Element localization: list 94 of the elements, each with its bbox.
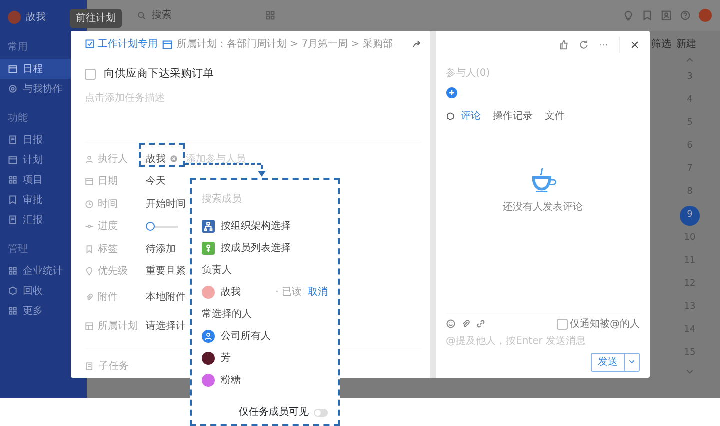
sidebar-heading: 常用 [7, 40, 29, 55]
field-label: 所属计划 [98, 320, 138, 334]
dropdown-button[interactable] [624, 354, 639, 371]
assignee-name[interactable]: 故我 [146, 152, 166, 167]
member-item[interactable]: 芳 [202, 347, 328, 369]
org-chart-icon [203, 220, 214, 232]
bookmark-icon [85, 244, 94, 254]
menu-item-icon [8, 215, 18, 225]
caret-icon [628, 358, 636, 366]
breadcrumb[interactable]: 所属计划：各部门周计划 > 7月第一周 > 采购部 [177, 36, 393, 52]
paperclip-icon [85, 293, 94, 302]
menu-item-icon [8, 155, 18, 165]
group-icon [204, 332, 213, 340]
sidebar-item[interactable]: 更多 [0, 301, 87, 321]
search-field[interactable]: 搜索 [150, 7, 230, 24]
sidebar-heading: 功能 [7, 112, 29, 126]
picker-option[interactable]: 按成员列表选择 [202, 237, 328, 259]
field-label: 优先级 [98, 264, 128, 280]
menu-item-icon [8, 195, 18, 205]
field-value[interactable]: 待添加 [146, 242, 176, 257]
menu-item-icon [8, 306, 18, 316]
contact-icon[interactable] [661, 10, 672, 21]
sidebar-item[interactable]: 企业统计 [0, 261, 87, 281]
tab[interactable]: 文件 [539, 109, 571, 124]
menu-item-icon [8, 64, 18, 74]
person-icon [85, 154, 94, 164]
sidebar-item[interactable]: 回收 [0, 281, 87, 301]
picker-option[interactable]: 按组织架构选择 [202, 215, 328, 237]
thumbs-up-icon[interactable] [559, 40, 569, 50]
task-title: 向供应商下达采购订单 [104, 66, 214, 82]
field-label: 进度 [98, 220, 118, 234]
add-icon[interactable] [446, 87, 458, 99]
read-status: · 已读 [276, 286, 302, 300]
share-icon[interactable] [412, 39, 422, 50]
visibility-toggle[interactable] [314, 408, 328, 416]
avatar-icon [202, 286, 215, 298]
bulb-icon[interactable] [623, 10, 634, 21]
menu-item-icon [8, 84, 18, 94]
member-item[interactable]: 公司所有人 [202, 325, 328, 347]
section-label: 子任务 [99, 360, 129, 374]
pin-icon [85, 267, 94, 276]
sidebar-item[interactable]: 计划 [0, 150, 87, 170]
tab[interactable]: 操作记录 [487, 109, 539, 124]
sidebar-item[interactable]: 日报 [0, 130, 87, 150]
field-value[interactable]: 重要且紧 [146, 264, 186, 280]
avatar-icon[interactable] [8, 10, 21, 24]
menu-item-icon [8, 135, 18, 145]
field-value[interactable]: 本地附件 [146, 290, 186, 306]
task-checkbox[interactable] [85, 68, 96, 80]
new-button[interactable]: 新建 [676, 37, 696, 52]
sidebar-item[interactable]: 项目 [0, 170, 87, 190]
list-icon [85, 362, 94, 372]
notify-checkbox[interactable]: 仅通知被@的人 [556, 316, 640, 332]
toggle-label: 仅任务成员可见 [239, 406, 309, 420]
member-name: 故我 [221, 286, 241, 300]
field-value[interactable]: 开始时间 [146, 196, 186, 212]
paperclip-icon[interactable] [461, 319, 471, 329]
user-name: 故我 [26, 10, 46, 24]
field-value[interactable]: 请选择计 [146, 319, 186, 334]
member-item[interactable]: 粉糖 [202, 369, 328, 391]
plan-tag[interactable]: 工作计划专用 [85, 36, 158, 52]
tab[interactable]: 评论 [455, 109, 487, 124]
field-label: 时间 [98, 198, 118, 212]
field-label: 日期 [98, 174, 118, 190]
field-label: 执行人 [98, 152, 128, 167]
sidebar-item[interactable]: 审批 [0, 190, 87, 210]
close-icon[interactable] [630, 40, 640, 50]
highlight-frame [139, 143, 185, 167]
search-icon [137, 10, 147, 20]
checkbox-icon [85, 39, 95, 50]
help-icon[interactable] [680, 10, 691, 21]
sidebar-item[interactable]: 汇报 [0, 210, 87, 230]
remove-icon[interactable] [170, 155, 178, 164]
empty-message: 还没有人发表评论 [503, 200, 583, 215]
menu-item-icon [8, 286, 18, 296]
tooltip: 前往计划 [70, 9, 122, 28]
refresh-icon[interactable] [579, 40, 589, 50]
sidebar-heading: 管理 [7, 243, 29, 257]
menu-item-icon [8, 266, 18, 276]
menu-item-icon [8, 175, 18, 185]
hour-label[interactable]: 9 [680, 206, 700, 226]
field-value[interactable]: 今天 [146, 174, 166, 190]
avatar-icon[interactable] [699, 9, 712, 22]
bookmark-icon[interactable] [642, 10, 653, 21]
participants-label: 参与人(0) [446, 66, 492, 81]
field-label: 标签 [98, 242, 118, 257]
field-label: 附件 [98, 291, 118, 306]
clock-icon [85, 200, 94, 209]
emoji-icon[interactable] [446, 319, 456, 329]
cancel-link[interactable]: 取消 [308, 284, 328, 300]
slider-thumb[interactable] [146, 222, 155, 231]
link-icon[interactable] [476, 319, 486, 329]
section-heading: 常选择的人 [202, 308, 253, 322]
section-heading: 负责人 [202, 264, 233, 278]
